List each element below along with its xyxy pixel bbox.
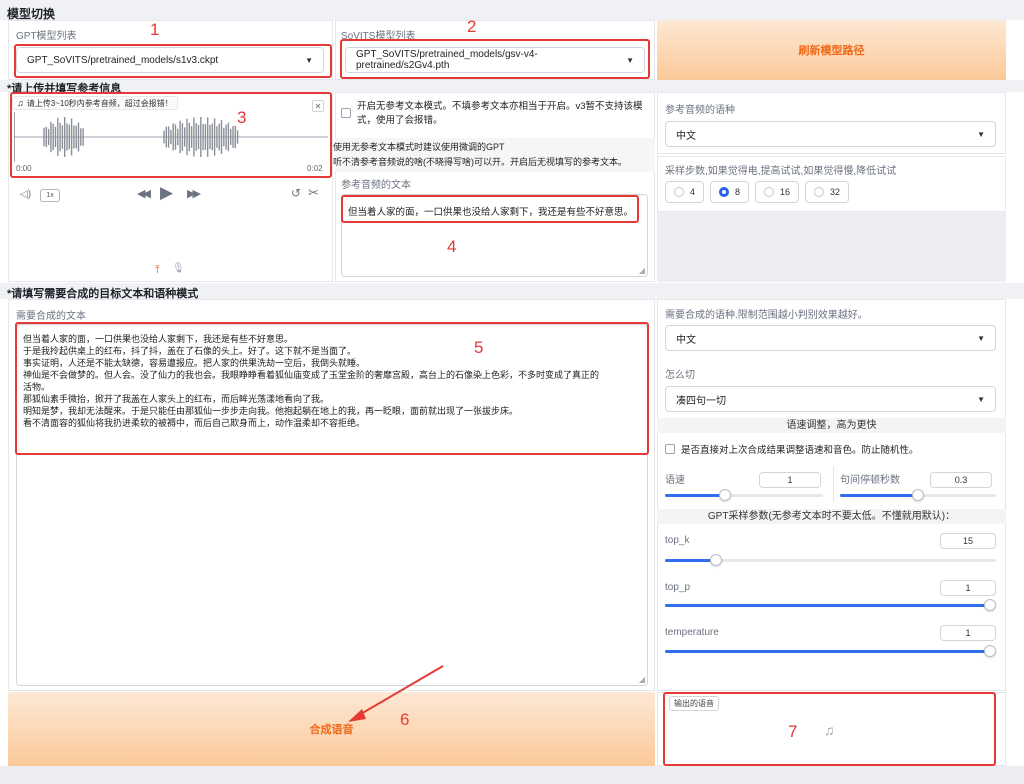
no-ref-checkbox[interactable] [341, 108, 351, 118]
chevron-down-icon: ▼ [977, 333, 985, 343]
top-p-label: top_p [665, 582, 691, 593]
top-p-input[interactable]: 1 [940, 580, 996, 596]
gpt-params-header: GPT采样参数(无参考文本时不要太低。不懂就用默认)： [657, 509, 1006, 524]
temperature-slider[interactable] [665, 645, 996, 657]
no-ref-checkbox-label: 开启无参考文本模式。不填参考文本亦相当于开启。v3暂不支持该模式，使用了会报错。 [357, 101, 643, 126]
steps-option-label: 4 [690, 187, 696, 197]
microphone-icon[interactable]: 🎙 [172, 263, 185, 274]
annotation-box-2 [340, 39, 650, 79]
rewind-icon[interactable]: ◀◀ [137, 187, 151, 200]
annotation-arrow [348, 665, 444, 722]
annotation-number-7: 7 [788, 722, 798, 741]
synthesize-button[interactable]: 合成语音 [8, 692, 655, 766]
annotation-number-1: 1 [150, 20, 160, 39]
target-lang-label: 需要合成的语种.限制范围越小判别效果越好。 [665, 310, 868, 321]
top-k-slider[interactable] [665, 554, 996, 566]
annotation-number-4: 4 [447, 237, 457, 256]
gpt-model-label: GPT模型列表 [16, 31, 77, 42]
radio-icon [719, 187, 730, 197]
speed-badge[interactable]: 1x [40, 189, 60, 202]
annotation-number-3: 3 [237, 108, 247, 127]
no-ref-hint-1: 使用无参考文本模式时建议使用微调的GPT [333, 142, 505, 152]
forward-icon[interactable]: ▶▶ [187, 187, 201, 200]
ref-lang-select[interactable]: 中文 ▼ [665, 121, 996, 147]
cut-method-value: 凑四句一切 [676, 395, 726, 407]
annotation-box-1 [14, 44, 332, 78]
radio-icon [674, 187, 684, 197]
speed-slider[interactable] [665, 489, 823, 501]
steps-option-8[interactable]: 8 [710, 181, 750, 203]
radio-icon [814, 187, 825, 197]
volume-icon[interactable]: ◁) [20, 189, 31, 200]
resize-handle-icon[interactable]: ◢ [639, 675, 645, 684]
scissors-icon[interactable]: ✂ [308, 185, 319, 201]
target-lang-select[interactable]: 中文 ▼ [665, 325, 996, 351]
steps-option-label: 32 [830, 187, 841, 197]
cut-method-label: 怎么切 [665, 370, 695, 381]
steps-option-label: 8 [735, 187, 741, 197]
speed-header: 语速调整，高为更快 [657, 418, 1006, 433]
ref-text-label: 参考音频的文本 [341, 180, 411, 191]
continue-checkbox-label: 是否直接对上次合成结果调整语速和音色。防止随机性。 [681, 445, 919, 456]
undo-icon[interactable]: ↺ [291, 186, 301, 200]
speed-value-input[interactable]: 1 [759, 472, 821, 488]
temperature-label: temperature [665, 627, 719, 638]
steps-radio-group: 4 8 16 32 [665, 181, 850, 203]
speed-label: 语速 [665, 475, 685, 486]
steps-option-label: 16 [780, 187, 791, 197]
ref-lang-label: 参考音频的语种 [665, 105, 735, 116]
top-k-input[interactable]: 15 [940, 533, 996, 549]
annotation-box-5 [15, 322, 649, 455]
steps-option-32[interactable]: 32 [805, 181, 850, 203]
annotation-box-7 [663, 692, 996, 766]
target-text-label: 需要合成的文本 [16, 311, 86, 322]
play-icon[interactable]: ▶ [160, 183, 173, 203]
pause-label: 句间停顿秒数 [840, 475, 900, 486]
pause-slider[interactable] [840, 489, 996, 501]
resize-handle-icon[interactable]: ◢ [639, 266, 645, 275]
temperature-input[interactable]: 1 [940, 625, 996, 641]
top-p-slider[interactable] [665, 599, 996, 611]
pause-value-input[interactable]: 0.3 [930, 472, 992, 488]
chevron-down-icon: ▼ [977, 129, 985, 139]
annotation-box-4 [341, 195, 639, 223]
refresh-model-button[interactable]: 刷新模型路径 [657, 20, 1006, 80]
target-lang-value: 中文 [676, 334, 696, 346]
annotation-box-3 [10, 92, 332, 178]
annotation-number-2: 2 [467, 17, 477, 36]
steps-option-4[interactable]: 4 [665, 181, 705, 203]
steps-option-16[interactable]: 16 [755, 181, 800, 203]
top-k-label: top_k [665, 535, 690, 546]
ref-lang-value: 中文 [676, 130, 696, 142]
continue-checkbox[interactable] [665, 444, 675, 454]
upload-icon[interactable]: ⤒ [155, 264, 160, 277]
cut-method-select[interactable]: 凑四句一切 ▼ [665, 386, 996, 412]
radio-icon [764, 187, 775, 197]
no-ref-checkbox-row[interactable]: 开启无参考文本模式。不填参考文本亦相当于开启。v3暂不支持该模式，使用了会报错。 [341, 100, 646, 128]
no-ref-hint-2: 听不清参考音频说的啥(不晓得写啥)可以开。开启后无视填写的参考文本。 [333, 157, 627, 167]
chevron-down-icon: ▼ [977, 394, 985, 404]
continue-checkbox-row[interactable]: 是否直接对上次合成结果调整语速和音色。防止随机性。 [665, 442, 919, 456]
annotation-number-5: 5 [474, 338, 484, 357]
steps-label: 采样步数,如果觉得电,提高试试,如果觉得慢,降低试试 [665, 166, 897, 177]
